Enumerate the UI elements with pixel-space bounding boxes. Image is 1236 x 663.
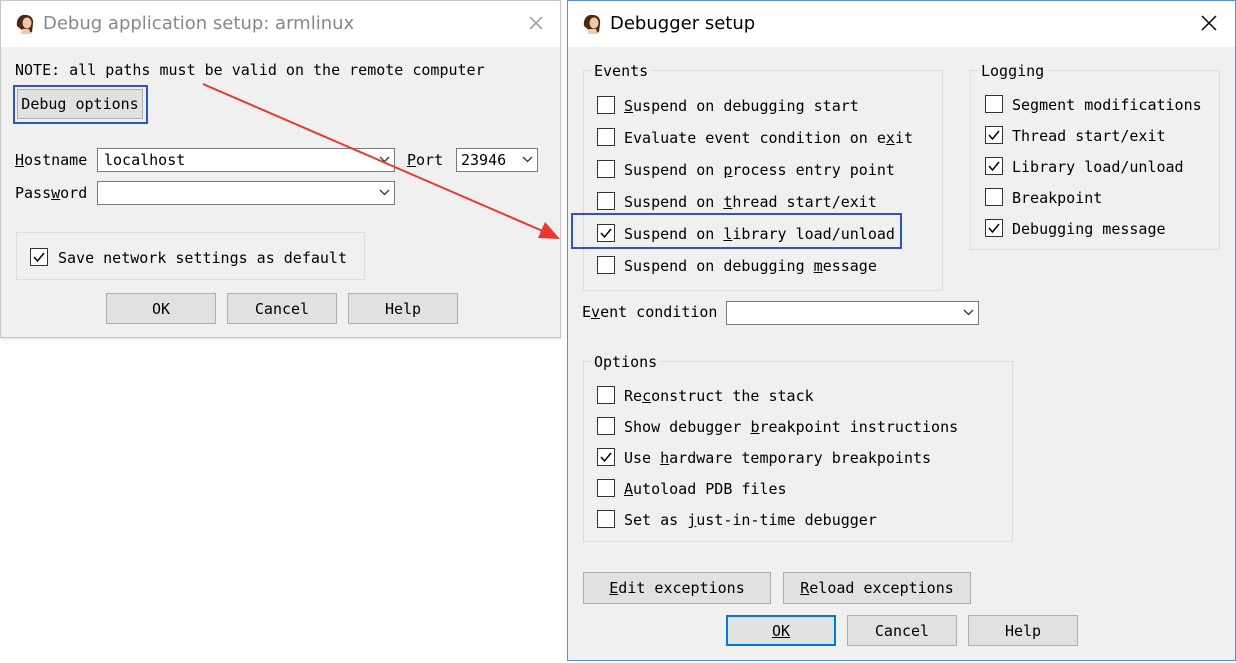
chevron-down-icon bbox=[522, 156, 533, 163]
hostname-combo[interactable]: localhost bbox=[97, 148, 395, 172]
port-label: Port bbox=[407, 151, 444, 169]
logging-checkbox-0[interactable] bbox=[985, 95, 1003, 113]
options-label-0[interactable]: Reconstruct the stack bbox=[624, 387, 814, 405]
event-condition-label: Event condition bbox=[582, 303, 718, 321]
cancel-button[interactable]: Cancel bbox=[847, 615, 957, 646]
checkmark-icon bbox=[988, 130, 1000, 141]
dialog-title: Debugger setup bbox=[610, 13, 756, 34]
cancel-button[interactable]: Cancel bbox=[227, 293, 337, 324]
help-button[interactable]: Help bbox=[348, 293, 458, 324]
title-bar[interactable]: Debugger setup bbox=[568, 1, 1235, 47]
logging-label-3[interactable]: Breakpoint bbox=[1012, 189, 1102, 207]
logging-label-0[interactable]: Segment modifications bbox=[1012, 96, 1202, 114]
options-label-4[interactable]: Set as just-in-time debugger bbox=[624, 511, 877, 529]
events-checkbox-5[interactable] bbox=[597, 256, 615, 274]
events-checkbox-1[interactable] bbox=[597, 128, 615, 146]
chevron-down-icon bbox=[379, 189, 390, 196]
logging-label-1[interactable]: Thread start/exit bbox=[1012, 127, 1166, 145]
hostname-value: localhost bbox=[104, 151, 186, 169]
port-value: 23946 bbox=[461, 151, 507, 169]
help-button[interactable]: Help bbox=[968, 615, 1078, 646]
logging-label-2[interactable]: Library load/unload bbox=[1012, 158, 1184, 176]
checkmark-icon bbox=[988, 161, 1000, 172]
close-icon[interactable] bbox=[525, 12, 547, 34]
save-network-checkbox[interactable] bbox=[30, 248, 48, 266]
ok-button[interactable]: OK bbox=[726, 615, 836, 646]
hostname-label: Hostname bbox=[15, 151, 88, 169]
options-label-1[interactable]: Show debugger breakpoint instructions bbox=[624, 418, 958, 436]
events-label-1[interactable]: Evaluate event condition on exit bbox=[624, 129, 913, 147]
events-checkbox-3[interactable] bbox=[597, 192, 615, 210]
logging-group-title: Logging bbox=[978, 62, 1048, 80]
logging-label-4[interactable]: Debugging message bbox=[1012, 220, 1166, 238]
ok-button[interactable]: OK bbox=[106, 293, 216, 324]
checkmark-icon bbox=[988, 223, 1000, 234]
logging-checkbox-1[interactable] bbox=[985, 126, 1003, 144]
note-text: NOTE: all paths must be valid on the rem… bbox=[15, 61, 485, 79]
options-label-2[interactable]: Use hardware temporary breakpoints bbox=[624, 449, 931, 467]
password-combo[interactable] bbox=[97, 181, 395, 205]
events-label-5[interactable]: Suspend on debugging message bbox=[624, 257, 877, 275]
logging-checkbox-3[interactable] bbox=[985, 188, 1003, 206]
options-label-3[interactable]: Autoload PDB files bbox=[624, 480, 787, 498]
events-label-3[interactable]: Suspend on thread start/exit bbox=[624, 193, 877, 211]
debug-options-highlight bbox=[13, 85, 148, 124]
options-group-title: Options bbox=[591, 353, 661, 371]
chevron-down-icon bbox=[963, 309, 974, 316]
library-load-highlight bbox=[571, 213, 902, 249]
close-icon[interactable] bbox=[1198, 12, 1220, 34]
events-label-2[interactable]: Suspend on process entry point bbox=[624, 161, 895, 179]
app-icon bbox=[583, 14, 601, 35]
reload-exceptions-button[interactable]: Reload exceptions bbox=[783, 572, 971, 604]
save-network-label[interactable]: Save network settings as default bbox=[58, 249, 347, 267]
logging-checkbox-4[interactable] bbox=[985, 219, 1003, 237]
checkmark-icon bbox=[600, 452, 612, 463]
chevron-down-icon bbox=[379, 156, 390, 163]
options-checkbox-2[interactable] bbox=[597, 448, 615, 466]
title-bar[interactable]: Debug application setup: armlinux bbox=[1, 1, 560, 47]
dialog-title: Debug application setup: armlinux bbox=[43, 13, 355, 34]
event-condition-combo[interactable] bbox=[726, 301, 979, 325]
options-checkbox-3[interactable] bbox=[597, 479, 615, 497]
debugger-setup-dialog: Debugger setup Events Suspend on debuggi… bbox=[567, 0, 1236, 661]
events-checkbox-2[interactable] bbox=[597, 160, 615, 178]
options-checkbox-4[interactable] bbox=[597, 510, 615, 528]
edit-exceptions-button[interactable]: Edit exceptions bbox=[583, 572, 771, 604]
events-group-title: Events bbox=[591, 62, 652, 80]
events-label-0[interactable]: Suspend on debugging start bbox=[624, 97, 859, 115]
password-label: Password bbox=[15, 184, 88, 202]
app-icon bbox=[16, 14, 34, 35]
logging-checkbox-2[interactable] bbox=[985, 157, 1003, 175]
port-combo[interactable]: 23946 bbox=[456, 148, 538, 172]
options-checkbox-0[interactable] bbox=[597, 386, 615, 404]
debug-application-setup-dialog: Debug application setup: armlinux NOTE: … bbox=[0, 0, 561, 338]
checkmark-icon bbox=[33, 252, 45, 263]
events-checkbox-0[interactable] bbox=[597, 96, 615, 114]
options-checkbox-1[interactable] bbox=[597, 417, 615, 435]
